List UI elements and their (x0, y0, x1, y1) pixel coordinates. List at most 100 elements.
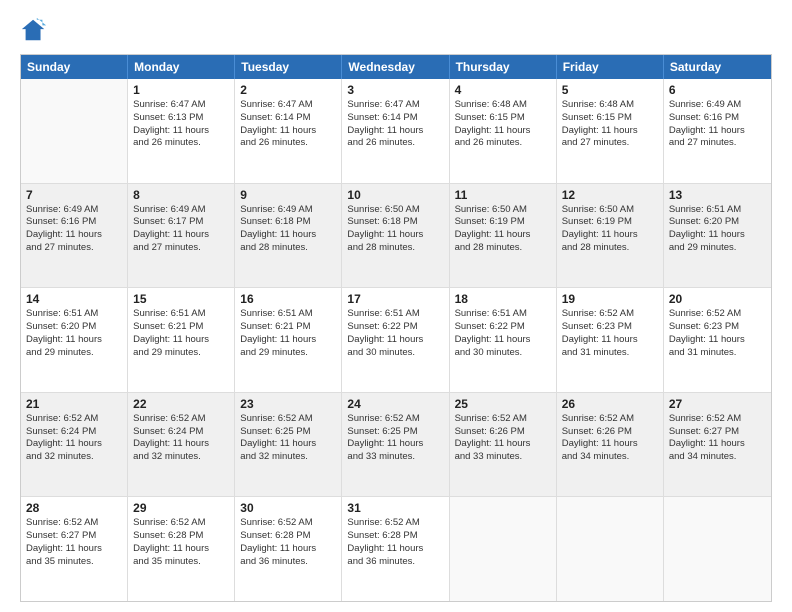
calendar-cell: 18Sunrise: 6:51 AM Sunset: 6:22 PM Dayli… (450, 288, 557, 392)
cell-info: Sunrise: 6:50 AM Sunset: 6:19 PM Dayligh… (455, 204, 551, 255)
day-number: 8 (133, 188, 229, 202)
calendar-cell: 4 Sunrise: 6:48 AM Sunset: 6:15 PM Daylig… (450, 79, 557, 183)
calendar-header-cell: Sunday (21, 55, 128, 79)
day-number: 12 (562, 188, 658, 202)
cell-info: Sunrise: 6:52 AM Sunset: 6:24 PM Dayligh… (133, 413, 229, 464)
cell-info: Sunrise: 6:51 AM Sunset: 6:22 PM Dayligh… (455, 308, 551, 359)
cell-info: Sunrise: 6:52 AM Sunset: 6:28 PM Dayligh… (133, 517, 229, 568)
cell-info: Sunrise: 6:52 AM Sunset: 6:27 PM Dayligh… (26, 517, 122, 568)
calendar-cell: 11 Sunrise: 6:50 AM Sunset: 6:19 PM Dayli… (450, 184, 557, 288)
calendar-cell: 13Sunrise: 6:51 AM Sunset: 6:20 PM Dayli… (664, 184, 771, 288)
day-number: 7 (26, 188, 122, 202)
calendar-cell: 9 Sunrise: 6:49 AM Sunset: 6:18 PM Daylig… (235, 184, 342, 288)
calendar-header-cell: Wednesday (342, 55, 449, 79)
day-number: 17 (347, 292, 443, 306)
calendar-cell (557, 497, 664, 601)
logo-icon (20, 16, 48, 44)
day-number: 28 (26, 501, 122, 515)
calendar-row: 14 Sunrise: 6:51 AM Sunset: 6:20 PM Dayli… (21, 288, 771, 393)
cell-info: Sunrise: 6:50 AM Sunset: 6:19 PM Dayligh… (562, 204, 658, 255)
cell-info: Sunrise: 6:51 AM Sunset: 6:22 PM Dayligh… (347, 308, 443, 359)
calendar-cell: 25 Sunrise: 6:52 AM Sunset: 6:26 PM Dayli… (450, 393, 557, 497)
day-number: 9 (240, 188, 336, 202)
day-number: 5 (562, 83, 658, 97)
day-number: 23 (240, 397, 336, 411)
calendar-cell: 14 Sunrise: 6:51 AM Sunset: 6:20 PM Dayli… (21, 288, 128, 392)
calendar-cell: 12 Sunrise: 6:50 AM Sunset: 6:19 PM Dayli… (557, 184, 664, 288)
cell-info: Sunrise: 6:48 AM Sunset: 6:15 PM Dayligh… (455, 99, 551, 150)
cell-info: Sunrise: 6:48 AM Sunset: 6:15 PM Dayligh… (562, 99, 658, 150)
calendar-cell: 24 Sunrise: 6:52 AM Sunset: 6:25 PM Dayli… (342, 393, 449, 497)
calendar-header: SundayMondayTuesdayWednesdayThursdayFrid… (21, 55, 771, 79)
cell-info: Sunrise: 6:52 AM Sunset: 6:28 PM Dayligh… (347, 517, 443, 568)
page: SundayMondayTuesdayWednesdayThursdayFrid… (0, 0, 792, 612)
day-number: 10 (347, 188, 443, 202)
calendar-header-cell: Monday (128, 55, 235, 79)
calendar-cell: 20 Sunrise: 6:52 AM Sunset: 6:23 PM Dayli… (664, 288, 771, 392)
day-number: 31 (347, 501, 443, 515)
cell-info: Sunrise: 6:51 AM Sunset: 6:21 PM Dayligh… (240, 308, 336, 359)
day-number: 6 (669, 83, 766, 97)
cell-info: Sunrise: 6:52 AM Sunset: 6:28 PM Dayligh… (240, 517, 336, 568)
calendar-cell: 7 Sunrise: 6:49 AM Sunset: 6:16 PM Daylig… (21, 184, 128, 288)
day-number: 22 (133, 397, 229, 411)
day-number: 26 (562, 397, 658, 411)
day-number: 19 (562, 292, 658, 306)
calendar-cell (450, 497, 557, 601)
calendar-body: 1Sunrise: 6:47 AM Sunset: 6:13 PM Daylig… (21, 79, 771, 601)
day-number: 20 (669, 292, 766, 306)
calendar-cell: 30 Sunrise: 6:52 AM Sunset: 6:28 PM Dayli… (235, 497, 342, 601)
day-number: 16 (240, 292, 336, 306)
cell-info: Sunrise: 6:52 AM Sunset: 6:27 PM Dayligh… (669, 413, 766, 464)
cell-info: Sunrise: 6:52 AM Sunset: 6:23 PM Dayligh… (669, 308, 766, 359)
calendar-cell: 23Sunrise: 6:52 AM Sunset: 6:25 PM Dayli… (235, 393, 342, 497)
cell-info: Sunrise: 6:51 AM Sunset: 6:21 PM Dayligh… (133, 308, 229, 359)
calendar-cell: 28 Sunrise: 6:52 AM Sunset: 6:27 PM Dayli… (21, 497, 128, 601)
day-number: 29 (133, 501, 229, 515)
calendar-cell: 16 Sunrise: 6:51 AM Sunset: 6:21 PM Dayli… (235, 288, 342, 392)
calendar: SundayMondayTuesdayWednesdayThursdayFrid… (20, 54, 772, 602)
cell-info: Sunrise: 6:52 AM Sunset: 6:24 PM Dayligh… (26, 413, 122, 464)
cell-info: Sunrise: 6:49 AM Sunset: 6:16 PM Dayligh… (669, 99, 766, 150)
calendar-cell: 15 Sunrise: 6:51 AM Sunset: 6:21 PM Dayli… (128, 288, 235, 392)
day-number: 15 (133, 292, 229, 306)
cell-info: Sunrise: 6:51 AM Sunset: 6:20 PM Dayligh… (26, 308, 122, 359)
cell-info: Sunrise: 6:52 AM Sunset: 6:25 PM Dayligh… (347, 413, 443, 464)
calendar-header-cell: Thursday (450, 55, 557, 79)
calendar-cell: 27 Sunrise: 6:52 AM Sunset: 6:27 PM Dayli… (664, 393, 771, 497)
day-number: 3 (347, 83, 443, 97)
calendar-row: 1Sunrise: 6:47 AM Sunset: 6:13 PM Daylig… (21, 79, 771, 184)
cell-info: Sunrise: 6:49 AM Sunset: 6:16 PM Dayligh… (26, 204, 122, 255)
logo (20, 16, 52, 44)
day-number: 2 (240, 83, 336, 97)
day-number: 30 (240, 501, 336, 515)
cell-info: Sunrise: 6:52 AM Sunset: 6:26 PM Dayligh… (562, 413, 658, 464)
cell-info: Sunrise: 6:52 AM Sunset: 6:23 PM Dayligh… (562, 308, 658, 359)
day-number: 21 (26, 397, 122, 411)
calendar-cell (664, 497, 771, 601)
header (20, 16, 772, 44)
cell-info: Sunrise: 6:47 AM Sunset: 6:14 PM Dayligh… (347, 99, 443, 150)
day-number: 4 (455, 83, 551, 97)
calendar-cell: 1Sunrise: 6:47 AM Sunset: 6:13 PM Daylig… (128, 79, 235, 183)
cell-info: Sunrise: 6:49 AM Sunset: 6:18 PM Dayligh… (240, 204, 336, 255)
calendar-cell: 3 Sunrise: 6:47 AM Sunset: 6:14 PM Daylig… (342, 79, 449, 183)
calendar-cell (21, 79, 128, 183)
calendar-cell: 19 Sunrise: 6:52 AM Sunset: 6:23 PM Dayli… (557, 288, 664, 392)
day-number: 11 (455, 188, 551, 202)
cell-info: Sunrise: 6:51 AM Sunset: 6:20 PM Dayligh… (669, 204, 766, 255)
day-number: 27 (669, 397, 766, 411)
cell-info: Sunrise: 6:47 AM Sunset: 6:14 PM Dayligh… (240, 99, 336, 150)
calendar-cell: 10Sunrise: 6:50 AM Sunset: 6:18 PM Dayli… (342, 184, 449, 288)
calendar-cell: 8Sunrise: 6:49 AM Sunset: 6:17 PM Daylig… (128, 184, 235, 288)
calendar-header-cell: Tuesday (235, 55, 342, 79)
calendar-header-cell: Friday (557, 55, 664, 79)
day-number: 14 (26, 292, 122, 306)
day-number: 1 (133, 83, 229, 97)
calendar-row: 7 Sunrise: 6:49 AM Sunset: 6:16 PM Daylig… (21, 184, 771, 289)
day-number: 25 (455, 397, 551, 411)
day-number: 24 (347, 397, 443, 411)
cell-info: Sunrise: 6:52 AM Sunset: 6:26 PM Dayligh… (455, 413, 551, 464)
calendar-row: 28 Sunrise: 6:52 AM Sunset: 6:27 PM Dayli… (21, 497, 771, 601)
calendar-cell: 5 Sunrise: 6:48 AM Sunset: 6:15 PM Daylig… (557, 79, 664, 183)
